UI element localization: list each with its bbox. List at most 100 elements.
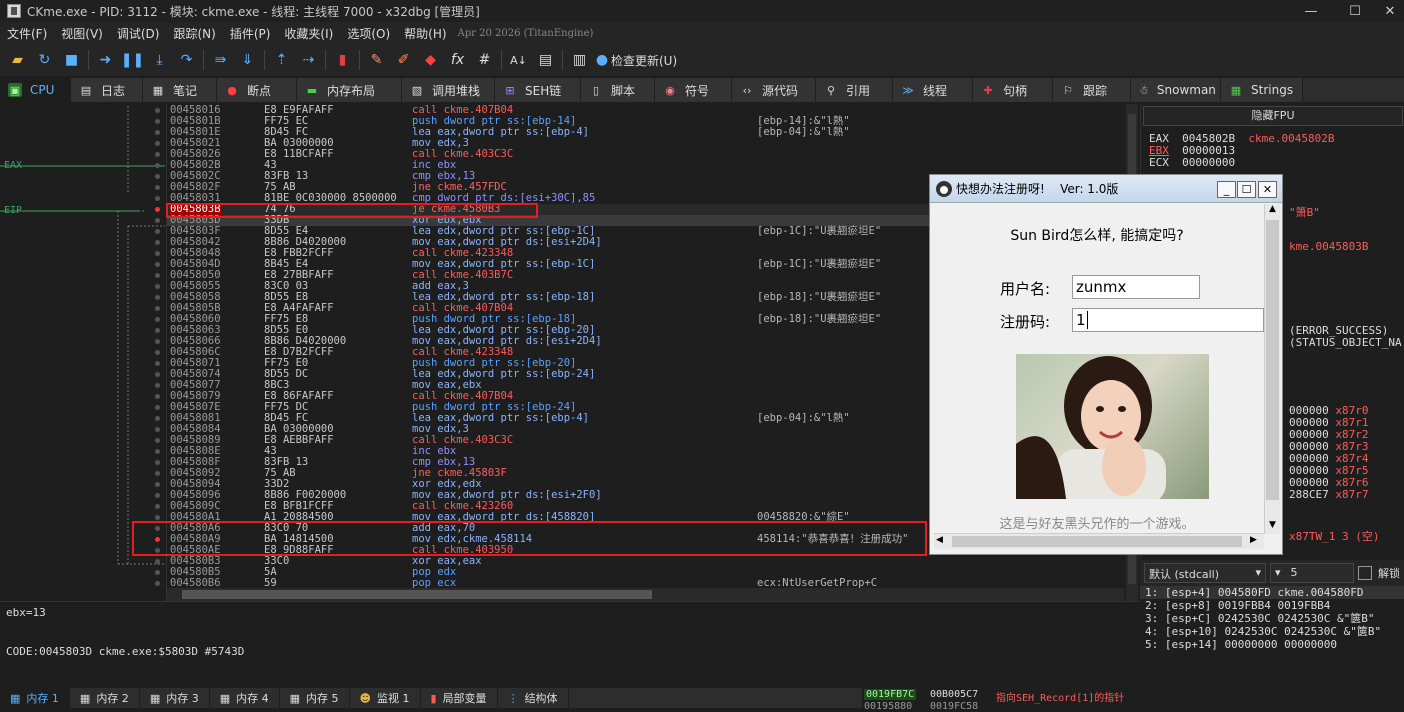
breakpoint-dot[interactable] (155, 196, 160, 201)
pause-icon[interactable]: ❚❚ (119, 47, 146, 73)
comment-icon[interactable]: ✐ (390, 47, 417, 73)
arrow-left-icon[interactable]: ◀ (936, 535, 943, 545)
run-to-user-code-icon[interactable]: ⇢ (295, 47, 322, 73)
tab-handles[interactable]: ✚ 句柄 (973, 78, 1053, 102)
tab-script[interactable]: ▯ 脚本 (581, 78, 655, 102)
tab-dump-5[interactable]: ▦ 内存 5 (280, 688, 350, 708)
stop-icon[interactable]: ■ (58, 47, 85, 73)
execute-till-return-icon[interactable]: ⇡ (268, 47, 295, 73)
tab-breakpoints[interactable]: ● 断点 (217, 78, 297, 102)
list-item[interactable]: 4: [esp+10] 0242530C 0242530C &"篋B" (1140, 625, 1404, 638)
breakpoint-dot[interactable] (155, 570, 160, 575)
function-icon[interactable]: fx (444, 47, 471, 73)
fpu-register-row[interactable]: 288CE7 x87r7 (1289, 488, 1369, 501)
dialog-hscroll[interactable]: ◀ ▶ (934, 533, 1264, 549)
scroll-thumb[interactable] (1266, 220, 1279, 500)
breakpoint-dot[interactable] (155, 372, 160, 377)
menu-help[interactable]: 帮助(H) (397, 25, 453, 42)
label-icon[interactable]: ◆ (417, 47, 444, 73)
dialog-maximize-button[interactable]: ☐ (1237, 181, 1256, 198)
breakpoint-dot[interactable] (155, 306, 160, 311)
breakpoint-dot[interactable] (155, 471, 160, 476)
disasm-row[interactable]: 0045802B 43 inc ebx (167, 160, 1124, 171)
unlock-checkbox[interactable] (1358, 566, 1372, 580)
memo-icon[interactable]: ▥ (566, 47, 593, 73)
breakpoint-dot[interactable] (155, 559, 160, 564)
breakpoint-dot[interactable] (155, 493, 160, 498)
breakpoint-dot[interactable] (155, 251, 160, 256)
breakpoint-dot[interactable] (155, 174, 160, 179)
tab-seh-chain[interactable]: ⊞ SEH链 (495, 78, 581, 102)
breakpoint-dot[interactable] (155, 185, 160, 190)
breakpoint-dot[interactable] (155, 163, 160, 168)
tab-threads[interactable]: ≫ 线程 (893, 78, 973, 102)
hide-fpu-button[interactable]: 隐藏FPU (1143, 106, 1403, 126)
breakpoint-dot[interactable] (155, 460, 160, 465)
breakpoint-dot[interactable] (155, 361, 160, 366)
tab-dump-2[interactable]: ▦ 内存 2 (70, 688, 140, 708)
breakpoint-dot[interactable] (155, 504, 160, 509)
trace-over-icon[interactable]: ⇓ (234, 47, 261, 73)
patch-icon[interactable]: ✎ (363, 47, 390, 73)
breakpoint-dot[interactable] (155, 108, 160, 113)
breakpoint-dot[interactable] (155, 284, 160, 289)
menu-trace[interactable]: 跟踪(N) (166, 25, 222, 42)
dialog-minimize-button[interactable]: _ (1217, 181, 1236, 198)
tab-struct[interactable]: ⋮ 结构体 (498, 688, 569, 708)
breakpoint-dot[interactable] (155, 350, 160, 355)
tab-references[interactable]: ⚲ 引用 (816, 78, 893, 102)
dialog-close-button[interactable]: ✕ (1258, 181, 1277, 198)
breakpoint-dot[interactable] (155, 416, 160, 421)
breakpoint-dot[interactable] (155, 339, 160, 344)
menu-favourites[interactable]: 收藏夹(I) (277, 25, 340, 42)
menu-plugins[interactable]: 插件(P) (223, 25, 278, 42)
close-button[interactable]: ✕ (1376, 0, 1404, 22)
list-item[interactable]: 5: [esp+14] 00000000 00000000 (1140, 638, 1404, 651)
breakpoint-dot[interactable] (155, 229, 160, 234)
hash-icon[interactable]: # (471, 47, 498, 73)
breakpoint-dot[interactable] (155, 328, 160, 333)
menu-options[interactable]: 选项(O) (340, 25, 397, 42)
stack-address[interactable]: 0019FB7C (864, 689, 917, 700)
scroll-thumb[interactable] (182, 590, 652, 599)
tab-memory-map[interactable]: ▬ 内存布局 (297, 78, 402, 102)
breakpoint-dot[interactable] (155, 240, 160, 245)
open-icon[interactable]: ▰ (4, 47, 31, 73)
register-ecx[interactable]: ECX 00000000 (1149, 156, 1235, 169)
tab-log[interactable]: ▤ 日志 (71, 78, 143, 102)
breakpoint-dot[interactable] (155, 383, 160, 388)
tab-symbols[interactable]: ◉ 符号 (655, 78, 732, 102)
disasm-row[interactable]: 00458016 E8 E9FAFAFF call ckme.407B04 (167, 105, 1124, 116)
breakpoint-dot[interactable] (155, 581, 160, 586)
arrow-right-icon[interactable]: ▶ (1250, 535, 1257, 545)
font-icon[interactable]: A↓ (505, 47, 532, 73)
scylla-icon[interactable]: ▮ (329, 47, 356, 73)
dialog-vscroll[interactable]: ▲ ▼ (1264, 204, 1280, 534)
breakpoint-dot[interactable] (155, 207, 160, 212)
breakpoint-dot[interactable] (155, 482, 160, 487)
tab-source[interactable]: ‹› 源代码 (732, 78, 816, 102)
breakpoint-dot[interactable] (155, 405, 160, 410)
menu-debug[interactable]: 调试(D) (110, 25, 167, 42)
regcode-field[interactable]: 1 (1072, 308, 1264, 332)
tab-strings[interactable]: ▦ Strings (1221, 78, 1303, 102)
tab-notes[interactable]: ▦ 笔记 (143, 78, 217, 102)
breakpoint-dot[interactable] (155, 427, 160, 432)
breakpoint-dot[interactable] (155, 438, 160, 443)
breakpoint-dot[interactable] (155, 119, 160, 124)
tab-dump-4[interactable]: ▦ 内存 4 (210, 688, 280, 708)
disasm-row[interactable]: 0045801B FF75 EC push dword ptr ss:[ebp-14… (167, 116, 1124, 127)
list-item[interactable]: 1: [esp+4] 004580FD ckme.004580FD (1140, 586, 1404, 599)
arrow-down-icon[interactable]: ▼ (1265, 520, 1280, 534)
tab-call-stack[interactable]: ▧ 调用堆栈 (402, 78, 495, 102)
tab-trace[interactable]: ⚐ 跟踪 (1053, 78, 1131, 102)
trace-into-icon[interactable]: ⇛ (207, 47, 234, 73)
disassembly-hscroll[interactable] (167, 588, 1124, 601)
breakpoint-dot[interactable] (155, 273, 160, 278)
maximize-button[interactable]: ☐ (1332, 0, 1378, 22)
check-update-button[interactable]: 检查更新(U) (611, 52, 677, 69)
breakpoint-dot[interactable] (155, 218, 160, 223)
disasm-row[interactable]: 004580B5 5A pop edx (167, 567, 1124, 578)
tab-cpu[interactable]: ▣ CPU (0, 78, 71, 102)
tab-dump-1[interactable]: ▦ 内存 1 (0, 688, 70, 708)
